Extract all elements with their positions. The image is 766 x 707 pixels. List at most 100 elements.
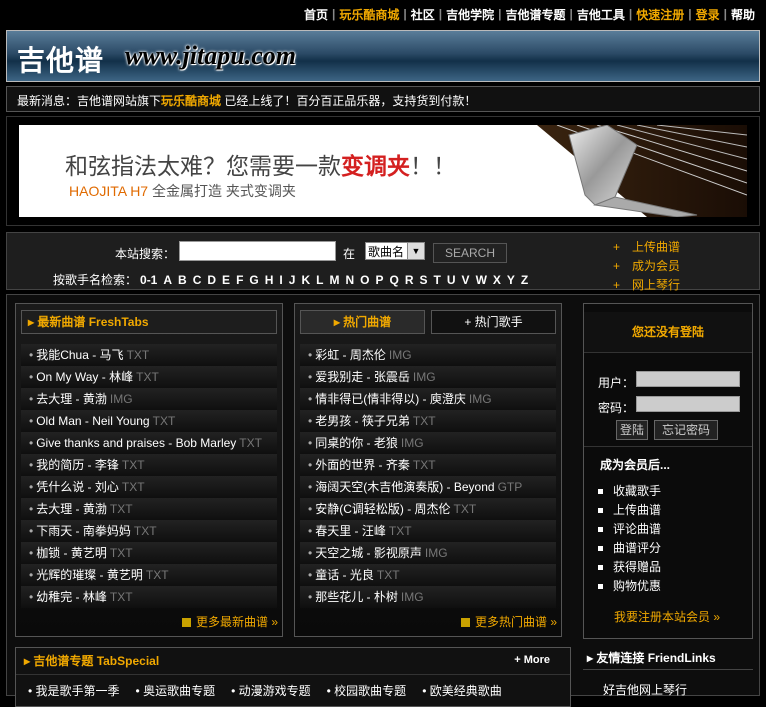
- list-item[interactable]: • 光辉的璀璨 - 黄艺明 TXT: [21, 564, 277, 586]
- alpha-letter[interactable]: I: [279, 273, 282, 287]
- list-item[interactable]: • 凭什么说 - 刘心 TXT: [21, 476, 277, 498]
- login-button[interactable]: 登陆: [616, 420, 648, 440]
- list-item[interactable]: • 春天里 - 汪峰 TXT: [300, 520, 556, 542]
- list-item[interactable]: • On My Way - 林峰 TXT: [21, 366, 277, 388]
- username-row: 用户：: [598, 371, 740, 391]
- nav-item[interactable]: 快速注册: [633, 6, 687, 23]
- hot-tabs-header: ▸ 热门曲谱 + 热门歌手: [300, 310, 556, 334]
- forgot-password-button[interactable]: 忘记密码: [654, 420, 718, 440]
- nav-item[interactable]: 登录: [693, 6, 723, 23]
- alpha-letter[interactable]: C: [193, 273, 202, 287]
- fresh-tabs-title: ▸ 最新曲谱 FreshTabs: [21, 310, 277, 334]
- search-field-select[interactable]: 歌曲名 ▼: [365, 242, 425, 260]
- list-item[interactable]: • 安静(C调轻松版) - 周杰伦 TXT: [300, 498, 556, 520]
- nav-item[interactable]: 首页: [301, 6, 331, 23]
- alpha-letter[interactable]: W: [476, 273, 487, 287]
- benefit-item: 收藏歌手: [598, 482, 661, 501]
- register-link[interactable]: 我要注册本站会员 »: [614, 608, 720, 625]
- list-item[interactable]: • 海阔天空(木吉他演奏版) - Beyond GTP: [300, 476, 556, 498]
- fresh-tabs-list: • 我能Chua - 马飞 TXT • On My Way - 林峰 TXT • 去大理 - …: [16, 344, 282, 608]
- alpha-letter[interactable]: Z: [521, 273, 528, 287]
- search-input[interactable]: [179, 241, 336, 261]
- list-item[interactable]: • 爱我别走 - 张震岳 IMG: [300, 366, 556, 388]
- benefit-item: 评论曲谱: [598, 520, 661, 539]
- friend-links-title: ▸ 友情连接 FriendLinks: [583, 647, 753, 670]
- alpha-letter[interactable]: Y: [507, 273, 515, 287]
- nav-item[interactable]: 社区: [408, 6, 438, 23]
- alpha-letter[interactable]: A: [163, 273, 172, 287]
- alpha-letter[interactable]: F: [236, 273, 243, 287]
- alpha-letter[interactable]: E: [222, 273, 230, 287]
- news-mall-link[interactable]: 玩乐酷商城: [161, 94, 221, 108]
- list-item[interactable]: • 枷锁 - 黄艺明 TXT: [21, 542, 277, 564]
- nav-item[interactable]: 吉他谱专题: [502, 6, 568, 23]
- nav-item[interactable]: 吉他学院: [443, 6, 497, 23]
- list-item[interactable]: • 天空之城 - 影视原声 IMG: [300, 542, 556, 564]
- list-item[interactable]: • 情非得已(情非得以) - 庾澄庆 IMG: [300, 388, 556, 410]
- quick-link[interactable]: + 上传曲谱: [613, 238, 680, 257]
- alpha-letter[interactable]: X: [493, 273, 501, 287]
- alpha-letter[interactable]: K: [301, 273, 310, 287]
- alpha-letter[interactable]: L: [316, 273, 323, 287]
- alpha-letter[interactable]: V: [462, 273, 470, 287]
- list-item[interactable]: • Old Man - Neil Young TXT: [21, 410, 277, 432]
- tab-hot-tabs[interactable]: ▸ 热门曲谱: [300, 310, 425, 334]
- alpha-letter[interactable]: B: [178, 273, 187, 287]
- hot-tabs-panel: ▸ 热门曲谱 + 热门歌手 • 彩虹 - 周杰伦 IMG • 爱我别走 - 张震岳 IMG…: [294, 303, 562, 637]
- site-url[interactable]: www.jitapu.com: [125, 41, 296, 71]
- news-bar: 最新消息：吉他谱网站旗下玩乐酷商城 已经上线了！百分百正品乐器，支持货到付款！: [6, 86, 760, 112]
- friend-link[interactable]: 好吉他网上琴行: [603, 681, 687, 698]
- list-item[interactable]: • 幼稚完 - 林峰 TXT: [21, 586, 277, 608]
- quick-link[interactable]: + 成为会员: [613, 257, 680, 276]
- list-item[interactable]: • 那些花儿 - 朴树 IMG: [300, 586, 556, 608]
- fresh-more-link[interactable]: 更多最新曲谱 »: [181, 613, 278, 630]
- list-item[interactable]: • 下雨天 - 南拳妈妈 TXT: [21, 520, 277, 542]
- alpha-letter[interactable]: H: [265, 273, 274, 287]
- quick-link[interactable]: + 网上琴行: [613, 276, 680, 295]
- alpha-letter[interactable]: O: [360, 273, 369, 287]
- list-item[interactable]: • 我能Chua - 马飞 TXT: [21, 344, 277, 366]
- list-item[interactable]: • 童话 - 光良 TXT: [300, 564, 556, 586]
- ad-image[interactable]: 和弦指法太难？您需要一款变调夹！！ HAOJITA H7 全金属打造 夹式变调夹: [19, 125, 747, 217]
- username-input[interactable]: [636, 371, 740, 387]
- chevron-down-icon[interactable]: ▼: [407, 243, 424, 259]
- alpha-index: 按歌手名检索： 0-1 A B C D E F G H I J K L M N O P Q R S T U V W X Y Z: [53, 271, 531, 288]
- special-more-link[interactable]: + More: [514, 654, 550, 666]
- more-icon: [181, 618, 191, 628]
- alpha-letter[interactable]: T: [434, 273, 441, 287]
- list-item[interactable]: • Give thanks and praises - Bob Marley TXT: [21, 432, 277, 454]
- capo-guitar-image: [537, 125, 747, 217]
- alpha-letter[interactable]: R: [405, 273, 414, 287]
- password-input[interactable]: [636, 396, 740, 412]
- tab-special-panel: ▸ 吉他谱专题 TabSpecial + More • 我是歌手第一季 • 奥运歌…: [15, 647, 571, 707]
- alpha-letter[interactable]: D: [207, 273, 216, 287]
- alpha-letter[interactable]: 0-1: [140, 273, 157, 287]
- list-item[interactable]: • 去大理 - 黄渤 IMG: [21, 388, 277, 410]
- list-item[interactable]: • 外面的世界 - 齐秦 TXT: [300, 454, 556, 476]
- benefits-title: 成为会员后...: [600, 458, 671, 472]
- list-item[interactable]: • 我的简历 - 李锋 TXT: [21, 454, 277, 476]
- nav-item[interactable]: 玩乐酷商城: [336, 6, 402, 23]
- tab-hot-singers[interactable]: + 热门歌手: [431, 310, 556, 334]
- nav-item[interactable]: 吉他工具: [574, 6, 628, 23]
- search-button[interactable]: SEARCH: [433, 243, 507, 263]
- hot-more-link[interactable]: 更多热门曲谱 »: [460, 613, 557, 630]
- alpha-letter[interactable]: S: [420, 273, 428, 287]
- site-title: 吉他谱: [17, 44, 105, 77]
- search-label: 本站搜索：: [115, 247, 176, 261]
- alpha-letter[interactable]: J: [289, 273, 296, 287]
- nav-item[interactable]: 帮助: [728, 6, 758, 23]
- list-item[interactable]: • 同桌的你 - 老狼 IMG: [300, 432, 556, 454]
- alpha-letter[interactable]: M: [329, 273, 339, 287]
- alpha-letter[interactable]: U: [447, 273, 456, 287]
- fresh-tabs-panel: ▸ 最新曲谱 FreshTabs • 我能Chua - 马飞 TXT • On My W…: [15, 303, 283, 637]
- alpha-letter[interactable]: N: [345, 273, 354, 287]
- list-item[interactable]: • 去大理 - 黄渤 TXT: [21, 498, 277, 520]
- login-title: 您还没有登陆: [584, 312, 752, 353]
- alpha-letter[interactable]: Q: [390, 273, 399, 287]
- alpha-letter[interactable]: P: [375, 273, 383, 287]
- capo-advertisement[interactable]: 和弦指法太难？您需要一款变调夹！！ HAOJITA H7 全金属打造 夹式变调夹: [6, 116, 760, 226]
- list-item[interactable]: • 老男孩 - 筷子兄弟 TXT: [300, 410, 556, 432]
- list-item[interactable]: • 彩虹 - 周杰伦 IMG: [300, 344, 556, 366]
- alpha-letter[interactable]: G: [249, 273, 258, 287]
